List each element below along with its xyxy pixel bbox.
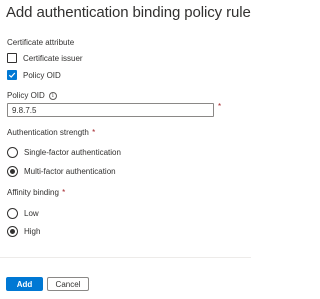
authentication-strength-label: Authentication strength *: [7, 128, 95, 137]
affinity-low-radio-row[interactable]: Low: [7, 207, 39, 219]
affinity-high-label: High: [24, 226, 41, 236]
policy-oid-label-text: Policy OID: [7, 91, 45, 100]
single-factor-radio-row[interactable]: Single-factor authentication: [7, 146, 121, 158]
affinity-binding-label: Affinity binding *: [7, 188, 65, 197]
policy-oid-checkbox-row[interactable]: Policy OID: [7, 69, 61, 81]
info-icon[interactable]: i: [48, 92, 57, 100]
policy-oid-input[interactable]: [7, 103, 214, 117]
multi-factor-radio[interactable]: [7, 165, 18, 177]
affinity-high-radio[interactable]: [7, 225, 18, 237]
affinity-binding-label-text: Affinity binding: [7, 188, 59, 197]
certificate-attribute-label: Certificate attribute: [7, 38, 75, 47]
certificate-issuer-checkbox[interactable]: [7, 53, 17, 63]
checkmark-icon: [8, 72, 16, 78]
policy-oid-option-label: Policy OID: [23, 70, 61, 80]
required-marker: *: [92, 128, 96, 137]
cancel-button[interactable]: Cancel: [47, 277, 89, 291]
affinity-low-label: Low: [24, 208, 39, 218]
authentication-strength-label-text: Authentication strength: [7, 128, 89, 137]
affinity-high-radio-row[interactable]: High: [7, 225, 40, 237]
policy-oid-field-label: Policy OID i: [7, 91, 57, 100]
multi-factor-label: Multi-factor authentication: [24, 166, 116, 176]
page-title: Add authentication binding policy rule: [6, 4, 251, 21]
add-button[interactable]: Add: [6, 277, 43, 291]
single-factor-radio[interactable]: [7, 146, 18, 158]
footer-divider: [0, 257, 251, 258]
policy-oid-checkbox[interactable]: [7, 70, 17, 80]
affinity-low-radio[interactable]: [7, 207, 18, 219]
required-marker: *: [218, 102, 222, 111]
certificate-issuer-label: Certificate issuer: [23, 53, 83, 63]
certificate-issuer-checkbox-row[interactable]: Certificate issuer: [7, 52, 83, 64]
single-factor-label: Single-factor authentication: [24, 147, 121, 157]
multi-factor-radio-row[interactable]: Multi-factor authentication: [7, 165, 116, 177]
required-marker: *: [62, 188, 66, 197]
